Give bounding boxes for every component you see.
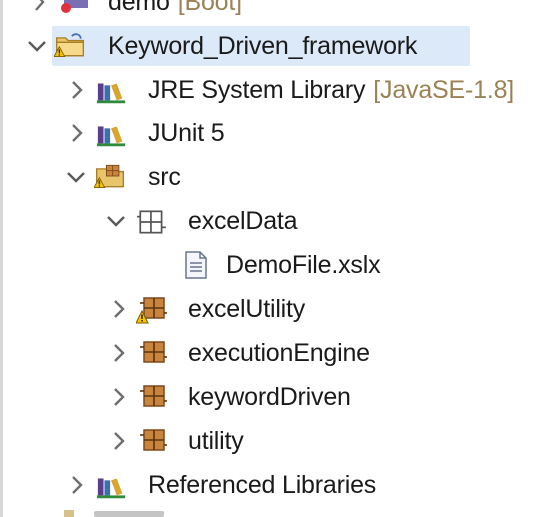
chevron-right-icon[interactable] xyxy=(66,474,88,496)
tree-item-decoration: [JavaSE-1.8] xyxy=(373,76,515,104)
tree-item-utility[interactable]: utility xyxy=(102,421,244,461)
tree-item-label: excelData xyxy=(188,207,298,235)
file-icon xyxy=(185,251,207,279)
tree-item-demofile[interactable]: DemoFile.xslx xyxy=(180,245,381,285)
tree-item-label: JRE System Library xyxy=(148,76,366,104)
boot-project-icon xyxy=(61,0,88,13)
chevron-right-icon[interactable] xyxy=(66,122,88,144)
tree-item-label: Keyword_Driven_framework xyxy=(108,32,418,60)
package-icon xyxy=(140,385,167,407)
chevron-right-icon[interactable] xyxy=(108,342,130,364)
project-folder-warning-icon xyxy=(54,33,84,57)
chevron-right-icon[interactable] xyxy=(66,79,88,101)
chevron-right-icon[interactable] xyxy=(108,298,130,320)
library-icon xyxy=(96,83,126,104)
tree-item-referenced-libraries[interactable]: Referenced Libraries xyxy=(62,465,376,505)
tree-item-src[interactable]: src xyxy=(62,157,181,197)
tree-item-label: JUnit 5 xyxy=(148,119,225,147)
tree-item-junit-5[interactable]: JUnit 5 xyxy=(62,113,225,153)
tree-item-label: src xyxy=(148,163,181,191)
tree-item-label: demo xyxy=(108,0,170,16)
tree-item-demo[interactable]: demo [Boot] xyxy=(30,0,242,22)
package-icon xyxy=(140,341,167,363)
chevron-down-icon[interactable] xyxy=(65,166,87,188)
tree-item-label: excelUtility xyxy=(188,295,306,323)
tree-item-label: Referenced Libraries xyxy=(148,471,377,499)
tree-item-keyworddriven[interactable]: keywordDriven xyxy=(102,377,351,417)
tree-item-label: executionEngine xyxy=(188,339,370,367)
chevron-right-icon[interactable] xyxy=(108,430,130,452)
package-warning-icon xyxy=(136,297,167,324)
chevron-right-icon[interactable] xyxy=(108,386,130,408)
tree-item-partial-bottom xyxy=(60,508,180,517)
tree-item-excelutility[interactable]: excelUtility xyxy=(102,289,305,329)
tree-item-project[interactable]: Keyword_Driven_framework xyxy=(22,26,470,66)
tree-item-label: keywordDriven xyxy=(188,383,351,411)
source-folder-warning-icon xyxy=(94,164,124,188)
tree-item-exceldata[interactable]: excelData xyxy=(102,201,298,241)
package-explorer-tree[interactable]: demo [Boot] Keyword_Driven_framework JRE… xyxy=(0,0,542,517)
tree-item-label: DemoFile.xslx xyxy=(226,251,381,279)
chevron-right-icon[interactable] xyxy=(30,0,50,12)
tree-item-jre-system-library[interactable]: JRE System Library [JavaSE-1.8] xyxy=(62,70,514,110)
chevron-down-icon[interactable] xyxy=(105,210,127,232)
library-icon xyxy=(96,478,126,499)
library-icon xyxy=(96,126,126,147)
tree-item-executionengine[interactable]: executionEngine xyxy=(102,333,370,373)
chevron-down-icon[interactable] xyxy=(26,35,48,57)
empty-package-icon xyxy=(137,210,166,234)
tree-item-decoration: [Boot] xyxy=(177,0,242,16)
package-icon xyxy=(140,429,167,451)
tree-item-label: utility xyxy=(188,427,244,455)
